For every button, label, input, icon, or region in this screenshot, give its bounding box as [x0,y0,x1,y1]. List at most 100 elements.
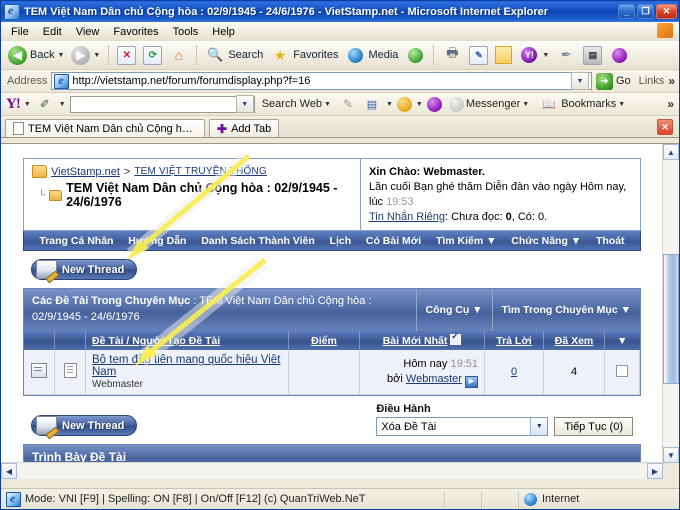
thread-title-link[interactable]: Bộ tem đầu tiên mang quốc hiệu Việt Nam [92,354,280,378]
moderation-select[interactable]: Xóa Đề Tài ▼ [376,417,549,437]
yahoo-search-input[interactable]: ▼ [69,95,255,113]
add-tab-button[interactable]: ✚ Add Tab [209,119,280,137]
go-button[interactable]: ➜ Go [595,72,635,90]
toolbar-overflow-icon[interactable]: » [668,74,675,88]
menu-view[interactable]: View [69,24,107,40]
menu-file[interactable]: File [4,24,36,40]
tab-active[interactable]: TEM Việt Nam Dân chủ Cộng hò... [5,119,205,137]
yahoo-messenger-dropdown-icon[interactable]: ▼ [522,101,529,108]
links-label[interactable]: Links [639,75,665,87]
vertical-scroll-thumb[interactable] [663,254,679,384]
yahoo-pencil-icon[interactable]: ✐ [35,94,55,114]
search-button[interactable]: 🔍 Search [202,44,266,66]
yahoo-search-web-dropdown-icon[interactable]: ▼ [324,101,331,108]
yahoo-anti-spy-dropdown-icon[interactable]: ▼ [416,101,423,108]
breadcrumb-category-link[interactable]: TEM VIỆT TRUYỀN THỐNG [134,166,267,177]
print-button[interactable]: 🖶 [439,44,465,66]
thread-status-icon [31,363,47,379]
yahoo-messenger-button[interactable]: Messenger ▼ [446,96,532,113]
yahoo-overflow-icon[interactable]: » [667,97,674,111]
category-tools-button[interactable]: Công Cụ ▼ [415,289,492,332]
scroll-up-button[interactable]: ▲ [663,144,679,160]
scroll-left-button[interactable]: ◀ [1,463,17,479]
row-rating-cell [288,350,360,396]
private-messages-link[interactable]: Tin Nhắn Riêng [369,211,445,223]
history-button[interactable] [402,44,428,66]
yahoo-logo-dropdown-icon[interactable]: ▼ [24,101,31,108]
nav-huong-dan[interactable]: Hướng Dẫn [124,235,190,247]
refresh-button[interactable]: ⟳ [140,45,165,66]
stop-button[interactable]: ✕ [114,45,139,66]
row-status-icon-cell [24,350,55,396]
menu-tools[interactable]: Tools [166,24,206,40]
address-input[interactable]: http://vietstamp.net/forum/forumdisplay.… [51,72,592,90]
forward-button[interactable]: ▶ ▼ [68,45,103,66]
nav-tim-kiem[interactable]: Tìm Kiếm ▼ [432,235,501,247]
nav-co-bai-moi[interactable]: Có Bài Mới [362,235,425,247]
threads-table: Đề Tài / Người Tạo Đề Tài Điểm Bài Mới N… [24,331,640,396]
category-header-label: Các Đề Tài Trong Chuyên Mục [32,295,191,308]
discuss-button[interactable]: ▤ [580,45,605,66]
back-button[interactable]: ◀ Back ▼ [5,45,67,66]
security-zone[interactable]: Internet [519,491,679,508]
yahoo-bookmarks-dropdown-icon[interactable]: ▼ [618,101,625,108]
nav-lich[interactable]: Lịch [326,235,356,247]
smiley-button[interactable] [606,44,632,66]
nav-thoat[interactable]: Thoát [592,235,629,247]
yahoo-search-web-button[interactable]: Search Web ▼ [259,97,334,111]
th-subject[interactable]: Đề Tài / Người Tạo Đề Tài [85,331,289,351]
new-thread-button-bottom[interactable]: New Thread [31,415,138,437]
tab-close-icon[interactable]: ✕ [657,119,673,135]
back-dropdown-icon[interactable]: ▼ [57,52,64,59]
yahoo-highlight-icon[interactable]: ✎ [338,94,358,114]
th-select-all[interactable]: ▼ [604,331,640,351]
th-replies[interactable]: Trả Lời [484,331,544,351]
lastpost-author-link[interactable]: Webmaster [406,373,462,385]
yahoo-anti-spy-icon[interactable] [396,96,412,112]
scroll-down-button[interactable]: ▼ [663,447,679,463]
chevron-down-icon[interactable]: ▼ [530,418,548,436]
menu-help[interactable]: Help [205,24,242,40]
yahoo-bookmarks-button[interactable]: 📖 Bookmarks ▼ [536,93,628,115]
nav-trang-ca-nhan[interactable]: Trang Cá Nhân [35,235,117,247]
close-button[interactable]: ✕ [656,4,677,19]
yahoo-toolbar-button[interactable]: Y! ▼ [516,44,552,66]
add-tab-label: Add Tab [231,122,272,135]
yahoo-search-dropdown-icon[interactable]: ▼ [235,95,254,113]
scroll-right-button[interactable]: ▶ [647,463,663,479]
forward-dropdown-icon[interactable]: ▼ [93,52,100,59]
horizontal-scrollbar[interactable]: ◀ ▶ [1,462,663,479]
messenger-toolbar-button[interactable]: ✒ [553,44,579,66]
yahoo-popup-blocker-icon[interactable]: ▤ [362,94,382,114]
th-rating-label: Điểm [311,334,337,347]
note-button[interactable] [492,45,515,65]
menu-favorites[interactable]: Favorites [106,24,165,40]
new-thread-button-top[interactable]: New Thread [31,259,138,281]
nav-chuc-nang[interactable]: Chức Năng ▼ [507,235,585,247]
goto-lastpost-icon[interactable]: ▶ [465,375,478,388]
row-checkbox[interactable] [616,364,628,377]
replies-count-link[interactable]: 0 [511,366,517,378]
maximize-button[interactable]: ❐ [637,4,654,19]
edit-button[interactable]: ✎ [466,45,491,66]
yahoo-music-icon[interactable] [426,96,442,112]
favorites-button[interactable]: ★ Favorites [267,44,341,66]
breadcrumb-root-link[interactable]: VietStamp.net [51,166,120,178]
th-views[interactable]: Đã Xem [543,331,605,351]
yahoo-dropdown-icon[interactable]: ▼ [542,52,549,59]
nav-danh-sach-thanh-vien[interactable]: Danh Sách Thành Viên [197,235,319,247]
yahoo-logo-icon[interactable]: Y! [6,96,21,113]
th-rating[interactable]: Điểm [288,331,360,351]
category-search-button[interactable]: Tìm Trong Chuyên Mục ▼ [491,289,640,332]
row-type-icon-cell [54,350,86,396]
yahoo-pencil-dropdown-icon[interactable]: ▼ [59,101,66,108]
menu-edit[interactable]: Edit [36,24,69,40]
minimize-button[interactable]: _ [618,4,635,19]
address-dropdown-button[interactable]: ▼ [570,72,589,90]
th-lastpost[interactable]: Bài Mới Nhất [359,331,485,351]
yahoo-popup-dropdown-icon[interactable]: ▼ [386,101,393,108]
media-button[interactable]: Media [342,44,401,66]
home-button[interactable]: ⌂ [166,45,191,66]
moderation-continue-button[interactable]: Tiếp Tục (0) [554,417,633,437]
vertical-scrollbar[interactable]: ▲ ▼ [662,144,679,463]
